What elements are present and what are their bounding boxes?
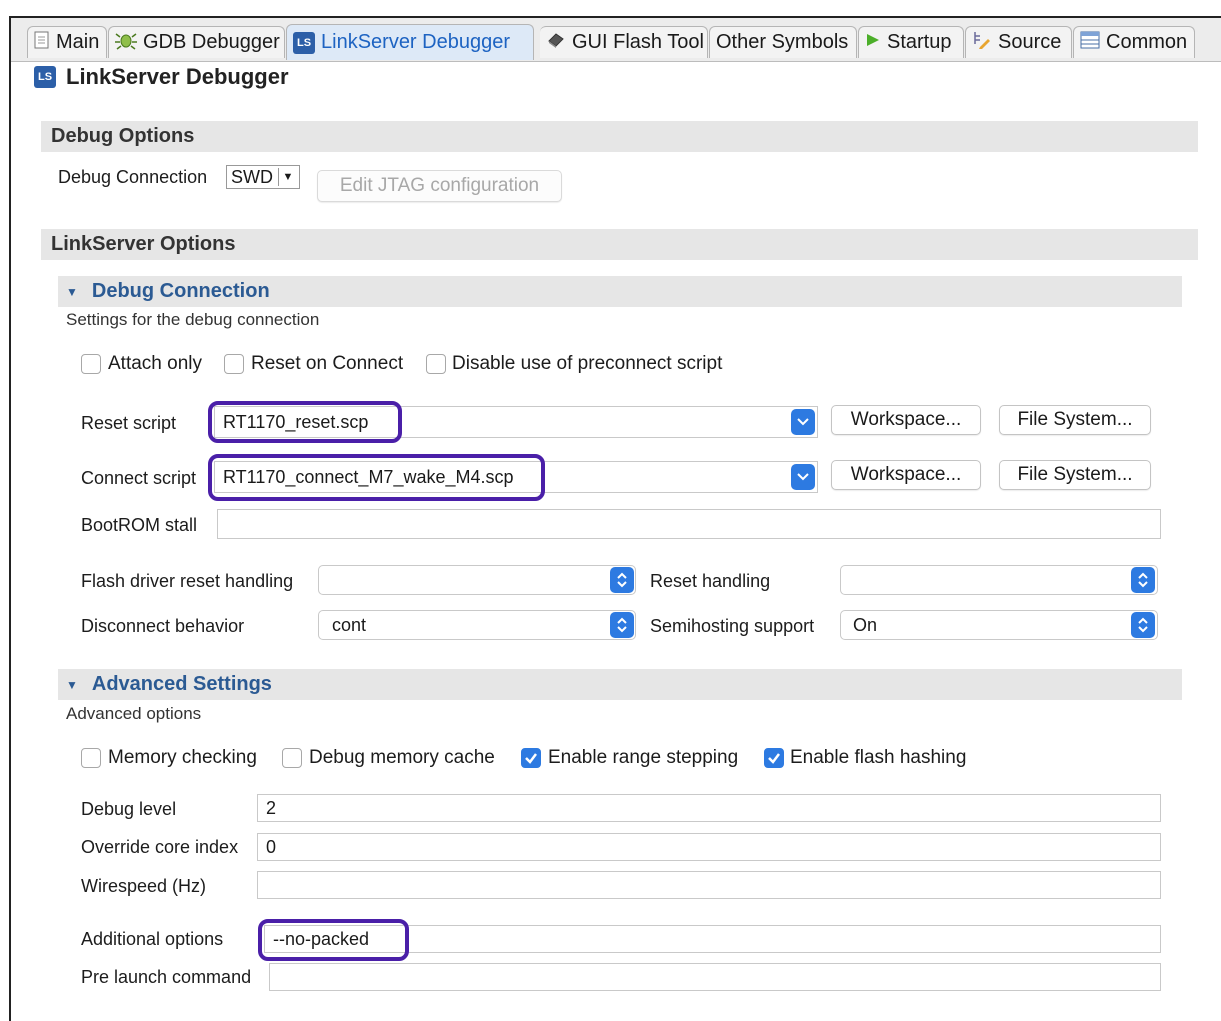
tab-label: Main bbox=[56, 31, 100, 53]
source-icon bbox=[972, 30, 992, 56]
debug-connection-value: SWD bbox=[231, 166, 273, 187]
tab-label: Common bbox=[1106, 31, 1188, 53]
debug-memory-cache-checkbox[interactable] bbox=[282, 748, 302, 768]
attach-only-label: Attach only bbox=[108, 353, 202, 374]
updown-chevron-icon[interactable] bbox=[610, 612, 634, 638]
reset-on-connect-label: Reset on Connect bbox=[251, 353, 404, 374]
section-linkserver-options: LinkServer Options bbox=[41, 229, 1198, 260]
check-icon bbox=[525, 753, 537, 764]
memory-checking-checkbox[interactable] bbox=[81, 748, 101, 768]
chevron-down-icon[interactable] bbox=[791, 409, 815, 435]
subsection-title: Debug Connection bbox=[91, 280, 270, 302]
tab-startup[interactable]: Startup bbox=[858, 26, 964, 58]
reset-script-label: Reset script bbox=[81, 413, 177, 433]
disconnect-behavior-value: cont bbox=[332, 614, 367, 635]
disconnect-behavior-label: Disconnect behavior bbox=[81, 616, 245, 636]
semihosting-select[interactable]: On bbox=[840, 610, 1158, 640]
tab-main[interactable]: Main bbox=[27, 26, 107, 58]
bootrom-stall-label: BootROM stall bbox=[81, 515, 198, 535]
wirespeed-input[interactable] bbox=[257, 871, 1161, 899]
collapse-triangle-icon: ▼ bbox=[66, 284, 78, 299]
flash-reset-select[interactable] bbox=[318, 565, 636, 595]
tab-label: Startup bbox=[887, 31, 952, 53]
core-index-label: Override core index bbox=[81, 837, 239, 857]
updown-chevron-icon[interactable] bbox=[1131, 612, 1155, 638]
collapse-triangle-icon: ▼ bbox=[66, 677, 78, 692]
range-stepping-label: Enable range stepping bbox=[548, 747, 739, 768]
semihosting-label: Semihosting support bbox=[650, 616, 815, 636]
check-icon bbox=[768, 753, 780, 764]
advanced-description: Advanced options bbox=[66, 704, 202, 723]
ls-icon: LS bbox=[34, 66, 56, 88]
subsection-debug-connection[interactable]: ▼ Debug Connection bbox=[58, 276, 1182, 307]
chevron-down-icon[interactable] bbox=[791, 464, 815, 490]
dropdown-arrow-icon: ▼ bbox=[278, 168, 297, 186]
section-debug-options: Debug Options bbox=[41, 121, 1198, 152]
prelaunch-command-input[interactable] bbox=[269, 963, 1161, 991]
semihosting-value: On bbox=[853, 614, 878, 635]
wirespeed-label: Wirespeed (Hz) bbox=[81, 876, 207, 896]
ls-icon: LS bbox=[293, 31, 315, 54]
subsection-advanced-settings[interactable]: ▼ Advanced Settings bbox=[58, 669, 1182, 700]
debug-connection-select[interactable]: SWD ▼ bbox=[226, 165, 300, 189]
page-title-text: LinkServer Debugger bbox=[66, 64, 289, 89]
disable-preconnect-label: Disable use of preconnect script bbox=[452, 353, 723, 374]
flash-hashing-checkbox[interactable] bbox=[764, 748, 784, 768]
tab-gui-flash-tool[interactable]: GUI Flash Tool bbox=[540, 26, 708, 58]
core-index-input[interactable]: 0 bbox=[257, 833, 1161, 861]
connect-script-label: Connect script bbox=[81, 468, 197, 488]
tab-source[interactable]: Source bbox=[965, 26, 1072, 58]
connect-filesystem-button[interactable]: File System... bbox=[999, 460, 1151, 490]
reset-on-connect-checkbox[interactable] bbox=[224, 354, 244, 374]
flash-hashing-label: Enable flash hashing bbox=[790, 747, 967, 768]
attach-only-checkbox[interactable] bbox=[81, 354, 101, 374]
highlight-reset-script bbox=[208, 401, 402, 443]
subsection-title: Advanced Settings bbox=[91, 673, 272, 695]
tab-label: LinkServer Debugger bbox=[321, 31, 510, 53]
tab-label: GDB Debugger bbox=[143, 31, 280, 53]
page-title: LS LinkServer Debugger bbox=[34, 64, 289, 90]
prelaunch-command-label: Pre launch command bbox=[81, 967, 252, 987]
highlight-additional-options bbox=[258, 919, 409, 961]
debug-level-input[interactable]: 2 bbox=[257, 794, 1161, 822]
play-icon bbox=[865, 31, 881, 54]
reset-filesystem-button[interactable]: File System... bbox=[999, 405, 1151, 435]
table-icon bbox=[1080, 31, 1100, 55]
tab-label: Other Symbols bbox=[716, 31, 849, 53]
flash-reset-label: Flash driver reset handling bbox=[81, 571, 294, 591]
tab-label: GUI Flash Tool bbox=[572, 31, 704, 53]
updown-chevron-icon[interactable] bbox=[1131, 567, 1155, 593]
reset-workspace-button[interactable]: Workspace... bbox=[831, 405, 981, 435]
reset-handling-label: Reset handling bbox=[650, 571, 771, 591]
tab-other-symbols[interactable]: Other Symbols bbox=[709, 26, 857, 58]
debug-memory-cache-label: Debug memory cache bbox=[309, 747, 495, 768]
range-stepping-checkbox[interactable] bbox=[521, 748, 541, 768]
debug-connection-description: Settings for the debug connection bbox=[66, 310, 320, 329]
reset-handling-select[interactable] bbox=[840, 565, 1158, 595]
highlight-connect-script bbox=[208, 454, 545, 501]
connect-workspace-button[interactable]: Workspace... bbox=[831, 460, 981, 490]
memory-checking-label: Memory checking bbox=[108, 747, 257, 768]
edit-jtag-button[interactable]: Edit JTAG configuration bbox=[317, 170, 562, 202]
tab-gdb-debugger[interactable]: GDB Debugger bbox=[108, 26, 285, 58]
disconnect-behavior-select[interactable]: cont bbox=[318, 610, 636, 640]
chip-icon bbox=[546, 31, 566, 55]
disable-preconnect-checkbox[interactable] bbox=[426, 354, 446, 374]
debug-connection-label: Debug Connection bbox=[58, 167, 208, 187]
bug-icon bbox=[115, 30, 137, 56]
page-icon bbox=[34, 31, 50, 55]
bootrom-stall-input[interactable] bbox=[217, 509, 1161, 539]
debug-level-label: Debug level bbox=[81, 799, 177, 819]
tab-label: Source bbox=[998, 31, 1062, 53]
tab-linkserver-debugger[interactable]: LS LinkServer Debugger bbox=[286, 24, 534, 60]
tab-common[interactable]: Common bbox=[1073, 26, 1195, 58]
additional-options-label: Additional options bbox=[81, 929, 224, 949]
updown-chevron-icon[interactable] bbox=[610, 567, 634, 593]
